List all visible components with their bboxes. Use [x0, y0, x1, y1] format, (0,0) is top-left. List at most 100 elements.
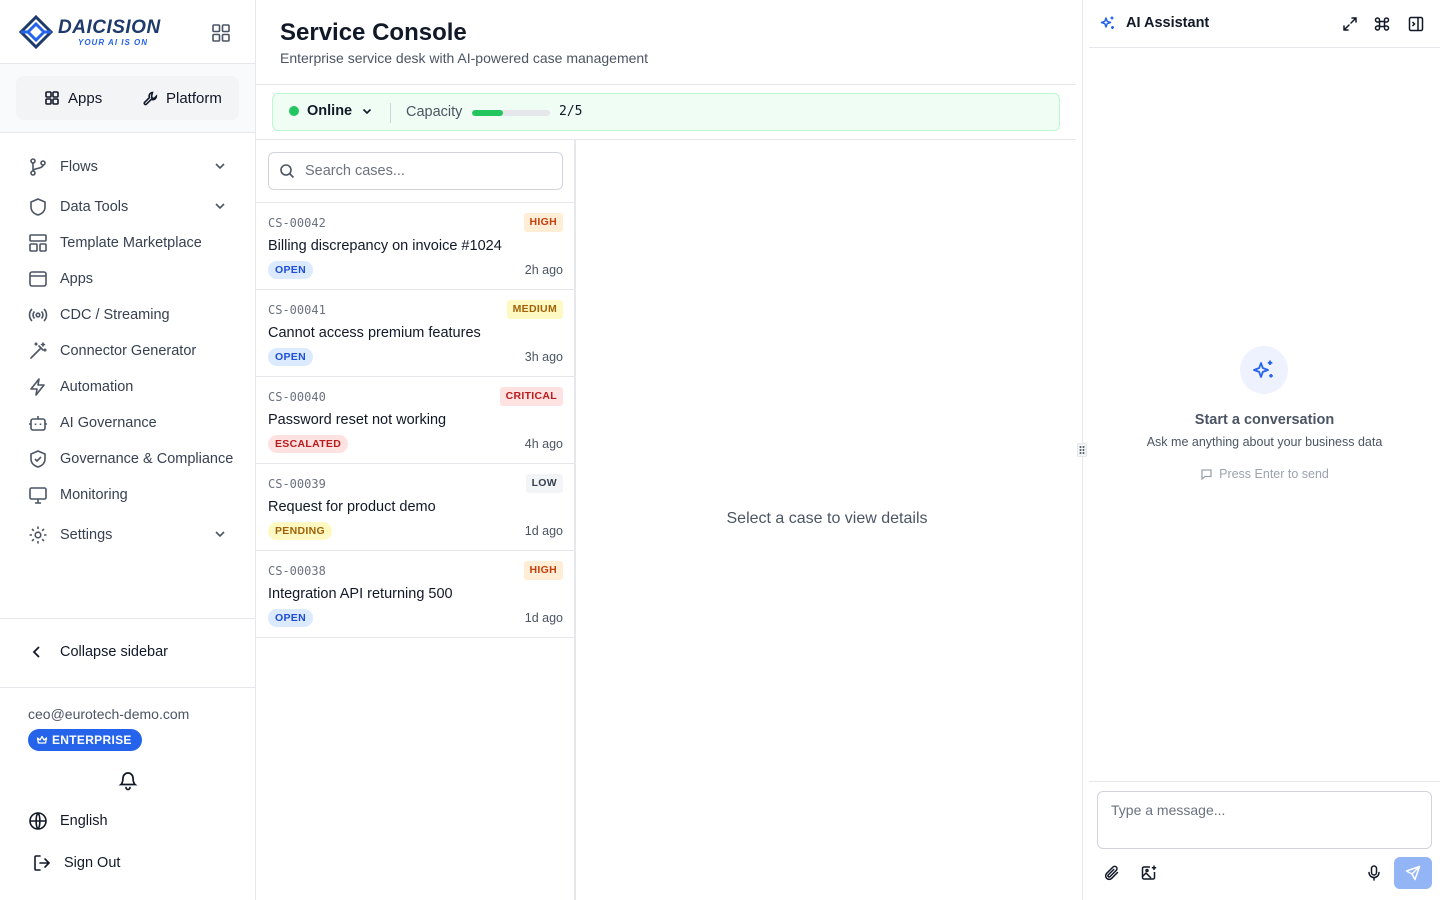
plan-badge: ENTERPRISE [28, 729, 142, 751]
language-selector[interactable]: English [28, 811, 108, 831]
panel-right-icon[interactable] [1407, 15, 1425, 33]
chevron-down-icon [363, 108, 372, 115]
send-icon [1405, 865, 1421, 881]
image-plus-icon[interactable] [1140, 864, 1158, 882]
priority-badge: MEDIUM [506, 300, 563, 319]
case-list-item[interactable]: CS-00041 MEDIUM Cannot access premium feat… [256, 290, 575, 377]
service-console: Service Console Enterprise service desk … [256, 0, 1076, 900]
lightning-icon [30, 378, 45, 396]
agent-status-bar: Online Capacity 2/5 [272, 93, 1060, 131]
sign-out-label: Sign Out [64, 855, 121, 871]
grip-vertical-icon [1079, 446, 1085, 454]
case-list-item[interactable]: CS-00042 HIGH Billing discrepancy on invoi… [256, 203, 575, 290]
apps-mode-button[interactable]: Apps [44, 82, 102, 114]
capacity-count: 2/5 [559, 104, 583, 119]
case-list-item[interactable]: CS-00038 HIGH Integration API returning 50… [256, 551, 575, 638]
ai-assistant-header: AI Assistant [1089, 0, 1440, 48]
ai-message-input[interactable] [1097, 791, 1432, 849]
sidebar-item-apps[interactable]: Apps [28, 261, 228, 297]
case-title: Billing discrepancy on invoice #1024 [268, 238, 502, 254]
collapse-area: Collapse sidebar [0, 618, 255, 688]
sidebar-item-automation[interactable]: Automation [28, 369, 228, 405]
capacity-progress [472, 110, 550, 116]
ai-assistant-title-text: AI Assistant [1126, 15, 1210, 31]
ai-assistant-panel: AI Assistant Start a conversation Ask me… [1089, 0, 1440, 900]
sidebar-item-label: Template Marketplace [60, 235, 202, 251]
case-list-item[interactable]: CS-00039 LOW Request for product demo PENDI… [256, 464, 575, 551]
collapse-sidebar-button[interactable]: Collapse sidebar [28, 643, 168, 661]
ai-empty-subtitle: Ask me anything about your business data [1146, 435, 1383, 449]
ai-assistant-title: AI Assistant [1100, 15, 1209, 31]
sidebar-item-ai-governance[interactable]: AI Governance [28, 405, 228, 441]
sidebar-item-monitoring[interactable]: Monitoring [28, 477, 228, 513]
case-title: Cannot access premium features [268, 325, 481, 341]
bot-icon [29, 416, 47, 431]
language-label: English [60, 813, 108, 829]
status-separator [390, 103, 391, 123]
ai-send-hint: Press Enter to send [1089, 467, 1440, 481]
sidebar-item-connector-generator[interactable]: Connector Generator [28, 333, 228, 369]
brand-logo-icon[interactable] [19, 15, 53, 49]
case-id: CS-00039 [268, 477, 326, 491]
case-age: 1d ago [524, 611, 563, 625]
status-badge: OPEN [268, 609, 313, 627]
sidebar-item-data-tools[interactable]: Data Tools [28, 189, 228, 225]
bell-icon[interactable] [117, 769, 139, 791]
case-age: 3h ago [524, 350, 563, 364]
case-id: CS-00038 [268, 564, 326, 578]
case-id: CS-00041 [268, 303, 326, 317]
sidebar-item-label: Monitoring [60, 487, 128, 503]
case-list-item[interactable]: CS-00040 CRITICAL Password reset not worki… [256, 377, 575, 464]
user-email: ceo@eurotech-demo.com [28, 706, 190, 722]
case-list-panel: CS-00042 HIGH Billing discrepancy on invoi… [256, 140, 576, 900]
chevron-down-icon [215, 531, 225, 538]
command-icon[interactable] [1373, 15, 1391, 33]
case-detail-panel: Select a case to view details [578, 140, 1076, 900]
brand-tagline: YOUR AI IS ON [78, 38, 149, 47]
globe-icon [29, 812, 47, 830]
case-id: CS-00040 [268, 390, 326, 404]
send-message-button[interactable] [1394, 857, 1432, 889]
priority-badge: HIGH [523, 561, 563, 580]
sidebar-item-template-marketplace[interactable]: Template Marketplace [28, 225, 228, 261]
message-square-icon [1201, 468, 1212, 480]
case-title: Password reset not working [268, 412, 447, 428]
agent-status-dropdown[interactable]: Online [289, 103, 374, 119]
sidebar-item-governance-compliance[interactable]: Governance & Compliance [28, 441, 233, 477]
sidebar-item-label: Connector Generator [60, 343, 197, 359]
wrench-icon [143, 91, 158, 106]
search-icon [280, 164, 295, 179]
priority-badge: CRITICAL [499, 387, 563, 406]
paperclip-icon[interactable] [1103, 864, 1121, 882]
header-divider [256, 84, 1076, 85]
sidebar-item-cdc-streaming[interactable]: CDC / Streaming [28, 297, 228, 333]
case-id: CS-00042 [268, 216, 326, 230]
page-title: Service Console [280, 19, 467, 46]
ai-send-hint-text: Press Enter to send [1219, 467, 1329, 481]
platform-mode-button[interactable]: Platform [142, 82, 222, 114]
ai-empty-title: Start a conversation [1194, 412, 1335, 428]
app-grid-icon[interactable] [210, 22, 232, 44]
sidebar-item-flows[interactable]: Flows [28, 149, 228, 185]
online-status-dot [289, 106, 299, 116]
capacity-progress-fill [472, 110, 504, 116]
sidebar-item-label: Flows [60, 159, 98, 175]
app-window-icon [29, 271, 47, 287]
expand-icon[interactable] [1341, 15, 1359, 33]
case-title: Request for product demo [268, 499, 436, 515]
mode-switcher: Apps Platform [16, 76, 239, 120]
shield-icon [30, 198, 46, 216]
sidebar-item-settings[interactable]: Settings [28, 517, 228, 553]
resize-handle[interactable] [1077, 443, 1087, 457]
microphone-icon[interactable] [1365, 864, 1383, 882]
sidebar-item-label: Apps [60, 271, 94, 287]
sign-out-button[interactable]: Sign Out [32, 853, 120, 873]
collapse-sidebar-label: Collapse sidebar [60, 644, 169, 660]
sidebar: DAICISION YOUR AI IS ON Apps Platform Fl… [0, 0, 256, 900]
ai-empty-state-icon [1240, 346, 1288, 394]
search-input[interactable] [305, 161, 555, 181]
chevron-down-icon [215, 163, 225, 170]
ai-composer [1089, 781, 1440, 900]
brand-name: DAICISION [58, 17, 161, 38]
case-age: 1d ago [524, 524, 563, 538]
